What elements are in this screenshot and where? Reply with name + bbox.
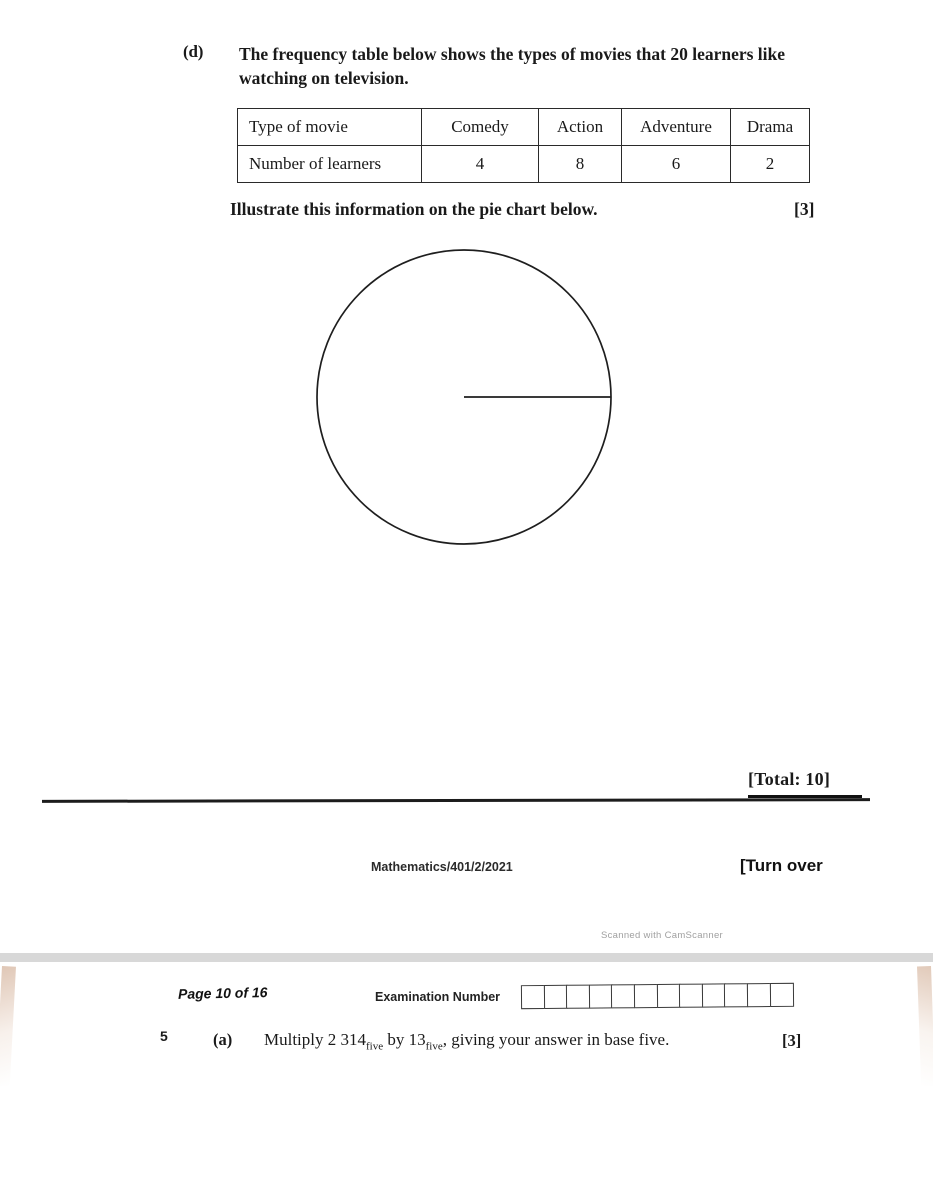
pie-chart-outline	[316, 249, 612, 545]
exam-number-box[interactable]	[520, 984, 546, 1010]
exam-number-box[interactable]	[611, 984, 636, 1009]
table-cell-drama-count: 2	[730, 145, 810, 183]
table-row: Number of learners 4 8 6 2	[237, 145, 810, 183]
exam-number-box[interactable]	[543, 984, 568, 1009]
question-5-number: 5	[160, 1028, 168, 1044]
exam-number-box[interactable]	[656, 983, 681, 1009]
examination-number-field[interactable]	[520, 982, 794, 1010]
q5a-subscript-2: five	[425, 1040, 443, 1053]
exam-number-box[interactable]	[724, 983, 749, 1008]
exam-number-box[interactable]	[633, 983, 659, 1009]
paper-code: Mathematics/401/2/2021	[371, 860, 513, 874]
table-header-type-of-movie: Type of movie	[237, 108, 422, 146]
exam-number-box[interactable]	[588, 984, 613, 1009]
question-d-letter: (d)	[183, 42, 204, 61]
scan-sheet-separator	[0, 953, 933, 962]
exam-number-box[interactable]	[746, 983, 772, 1008]
table-cell-comedy-count: 4	[421, 145, 539, 183]
table-cell-action-count: 8	[538, 145, 622, 183]
exam-number-box[interactable]	[701, 983, 726, 1008]
table-row: Type of movie Comedy Action Adventure Dr…	[237, 108, 810, 146]
question-5a-letter: (a)	[213, 1030, 233, 1049]
frequency-table: Type of movie Comedy Action Adventure Dr…	[237, 108, 810, 183]
total-underline	[748, 795, 862, 798]
question-5a-marks: [3]	[782, 1031, 802, 1050]
table-header-drama: Drama	[730, 108, 810, 146]
table-header-adventure: Adventure	[621, 108, 731, 146]
page-indicator: Page 10 of 16	[177, 984, 268, 1002]
exam-number-box[interactable]	[566, 984, 591, 1009]
table-header-number-of-learners: Number of learners	[237, 145, 422, 183]
turn-over-label: [Turn over	[740, 856, 823, 875]
q5a-text-part3: , giving your answer in base five.	[442, 1030, 670, 1049]
scanned-exam-page: (d) The frequency table below shows the …	[0, 0, 933, 1178]
q5a-subscript-1: five	[366, 1040, 384, 1053]
q5a-text-part1: Multiply 2 314	[264, 1030, 367, 1049]
total-marks-label: [Total: 10]	[748, 769, 831, 789]
question-5a-text: Multiply 2 314five by 13five, giving you…	[264, 1030, 669, 1052]
camscanner-watermark: Scanned with CamScanner	[601, 930, 724, 941]
table-header-comedy: Comedy	[421, 108, 539, 146]
examination-number-label: Examination Number	[375, 990, 501, 1004]
question-d-instruction: Illustrate this information on the pie c…	[230, 199, 598, 219]
question-d-marks: [3]	[794, 199, 815, 219]
question-d-stem: The frequency table below shows the type…	[239, 44, 786, 89]
exam-number-box[interactable]	[679, 983, 704, 1008]
table-cell-adventure-count: 6	[621, 145, 731, 183]
q5a-text-part2: by 13	[383, 1030, 426, 1049]
table-header-action: Action	[538, 108, 622, 146]
exam-number-box[interactable]	[769, 982, 794, 1008]
